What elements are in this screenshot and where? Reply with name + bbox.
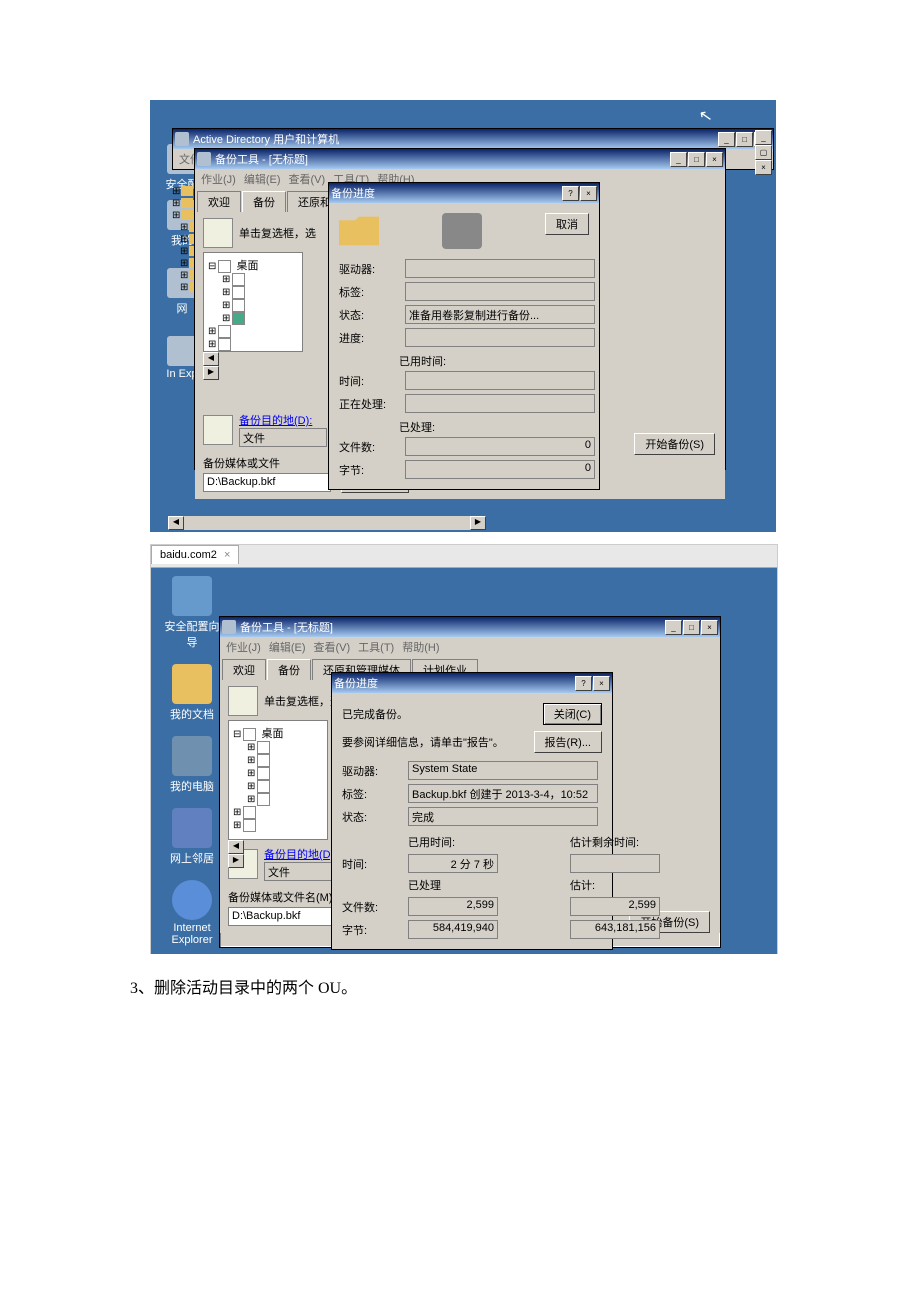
files-value: 0	[405, 437, 595, 456]
ie-icon[interactable]	[172, 880, 212, 920]
media-label: 备份媒体或文件	[203, 458, 280, 470]
close-button[interactable]: ×	[706, 152, 723, 167]
step-caption: 3、删除活动目录中的两个 OU。	[130, 974, 920, 998]
backup-icon	[197, 152, 211, 166]
bytes-value: 0	[405, 460, 595, 479]
max-button[interactable]: □	[736, 132, 753, 147]
scroll-left[interactable]: ◀	[203, 352, 219, 366]
aduc-icon	[175, 132, 189, 146]
min-button[interactable]: _	[718, 132, 735, 147]
file-path-input[interactable]	[203, 473, 331, 492]
checklist-icon	[228, 686, 258, 716]
backup-title: 备份工具 - [无标题]	[215, 151, 670, 167]
dest-icon	[203, 415, 233, 445]
progress-bar	[405, 328, 595, 347]
mydocs-icon[interactable]	[172, 664, 212, 704]
backup-tree[interactable]: 桌面 ◀▶	[203, 252, 303, 412]
folder-icon	[339, 213, 379, 249]
ie-label: In Exp	[166, 368, 197, 380]
tab-welcome[interactable]: 欢迎	[197, 191, 241, 212]
aduc-scrollbar[interactable]: ◀▶	[168, 516, 486, 530]
max-button[interactable]: □	[688, 152, 705, 167]
time-value	[405, 371, 595, 390]
status-value: 准备用卷影复制进行备份...	[405, 305, 595, 324]
net-label: 网	[177, 303, 188, 315]
network-icon[interactable]	[172, 808, 212, 848]
max-button[interactable]: □	[683, 620, 700, 635]
backup-icon	[222, 620, 236, 634]
min-button[interactable]: _	[665, 620, 682, 635]
tape-icon	[442, 213, 482, 249]
desktop-icons: 安全配置向导 我的文档 我的电脑 网上邻居 Internet Explorer	[161, 576, 223, 954]
screenshot-2: baidu.com2 × 安全配置向导 我的文档 我的电脑 网上邻居 Inter…	[150, 544, 778, 954]
cursor-icon: ↖	[697, 105, 714, 127]
tab-welcome[interactable]: 欢迎	[222, 659, 266, 680]
backup-tree[interactable]: 桌面 ◀▶	[228, 720, 328, 840]
drive-value	[405, 259, 595, 278]
mdi-child-buttons: _▢×	[755, 130, 772, 175]
browser-tabbar: baidu.com2 ×	[151, 545, 777, 568]
help-button[interactable]: ?	[575, 676, 592, 691]
hint-text: 单击复选框，选	[239, 225, 316, 241]
dest-label[interactable]: 备份目的地(D):	[239, 415, 312, 427]
start-backup-button[interactable]: 开始备份(S)	[634, 433, 715, 455]
screenshot-1: ↖ 安全配 我的 网 In Exp Active Directory 用户和计算…	[150, 100, 776, 532]
close-button[interactable]: ×	[580, 186, 597, 201]
help-button[interactable]: ?	[562, 186, 579, 201]
backup-menu[interactable]: 作业(J)编辑(E)查看(V)工具(T)帮助(H)	[220, 637, 720, 657]
tab-backup[interactable]: 备份	[267, 659, 311, 680]
detail-hint: 要参阅详细信息，请单击"报告"。	[342, 734, 504, 750]
min-button[interactable]: _	[670, 152, 687, 167]
scroll-right[interactable]: ▶	[203, 366, 219, 380]
mycomputer-icon[interactable]	[172, 736, 212, 776]
browser-tab[interactable]: baidu.com2 ×	[151, 545, 239, 564]
processing-value	[405, 394, 595, 413]
progress-dialog-done: 备份进度 ?× 已完成备份。 关闭(C) 要参阅详细信息，请单击"报告"。 报告…	[331, 672, 613, 950]
checklist-icon	[203, 218, 233, 248]
tab-close-icon[interactable]: ×	[224, 549, 230, 561]
progress-title: 备份进度	[331, 185, 562, 201]
tab-backup[interactable]: 备份	[242, 191, 286, 212]
close-dialog-button[interactable]: 关闭(C)	[543, 703, 602, 725]
tag-value	[405, 282, 595, 301]
close-button[interactable]: ×	[593, 676, 610, 691]
cancel-button[interactable]: 取消	[545, 213, 589, 235]
done-text: 已完成备份。	[342, 706, 408, 722]
dest-value: 文件	[239, 428, 327, 447]
report-button[interactable]: 报告(R)...	[534, 731, 602, 753]
aduc-title: Active Directory 用户和计算机	[193, 131, 718, 147]
scw-icon[interactable]	[172, 576, 212, 616]
close-button[interactable]: ×	[701, 620, 718, 635]
progress-dialog: 备份进度 ?× 取消 驱动器: 标签: 状态:准备用卷影复制进行备份... 进度…	[328, 182, 600, 490]
